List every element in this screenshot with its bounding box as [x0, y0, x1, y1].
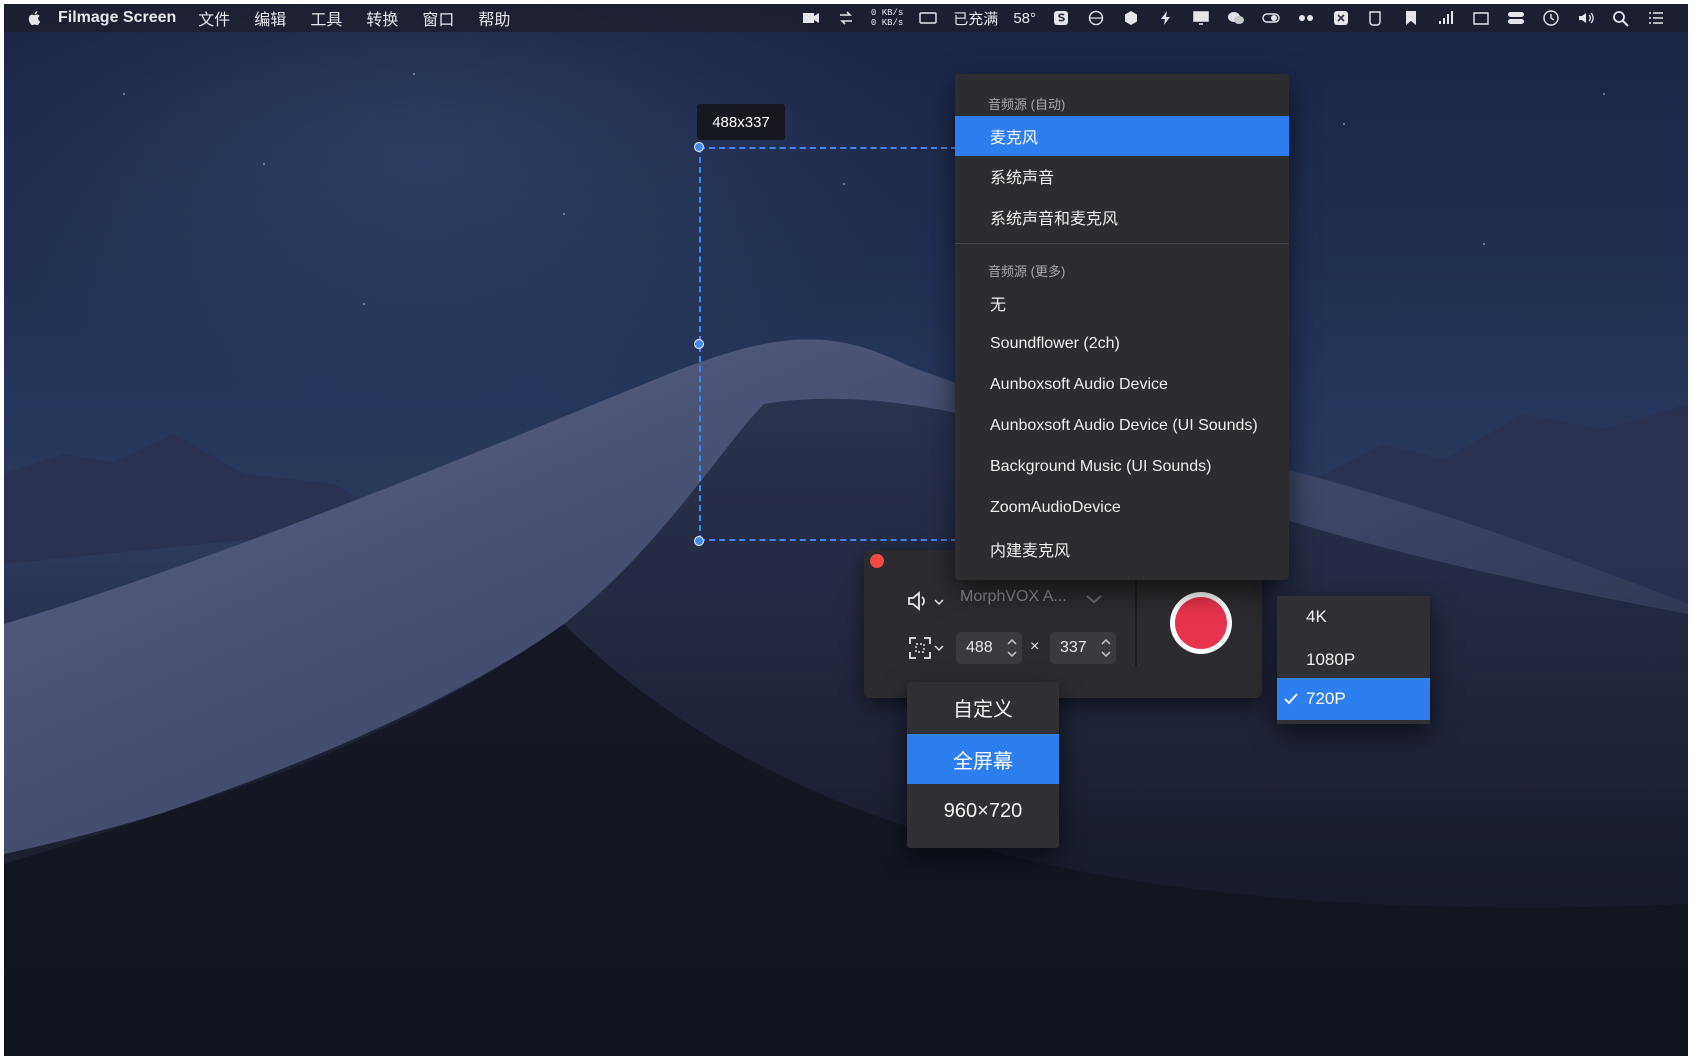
volume-icon[interactable]	[1576, 9, 1596, 27]
camera-icon[interactable]	[801, 9, 821, 27]
capture-frame-icon[interactable]	[908, 636, 932, 660]
menu-help[interactable]: 帮助	[478, 6, 510, 30]
control-center-icon[interactable]	[1506, 9, 1526, 27]
audio-option-aunboxsoft-ui[interactable]: Aunboxsoft Audio Device (UI Sounds)	[955, 406, 1289, 446]
audio-option-background-music[interactable]: Background Music (UI Sounds)	[955, 447, 1289, 487]
menu-convert[interactable]: 转换	[366, 6, 398, 30]
menu-separator	[955, 243, 1289, 244]
rotate-icon[interactable]	[836, 9, 856, 27]
resolution-option-720p[interactable]: 720P	[1277, 678, 1430, 720]
menu-tools[interactable]: 工具	[310, 6, 342, 30]
desktop: Filmage Screen 文件 编辑 工具 转换 窗口 帮助 0 KB/s 0…	[4, 4, 1688, 1056]
record-icon	[1175, 597, 1227, 649]
speaker-icon[interactable]	[906, 590, 930, 612]
toggle-icon[interactable]	[1261, 9, 1281, 27]
temperature-reading[interactable]: 58°	[1013, 10, 1036, 27]
chevron-down-icon[interactable]	[1086, 594, 1102, 604]
chevron-down-icon[interactable]	[934, 598, 944, 606]
size-option-custom[interactable]: 自定义	[907, 682, 1059, 732]
hex-icon[interactable]	[1121, 9, 1141, 27]
divider	[1135, 580, 1137, 666]
audio-option-zoom[interactable]: ZoomAudioDevice	[955, 488, 1289, 528]
resolution-720p-label: 720P	[1306, 689, 1346, 708]
cast-icon[interactable]	[1471, 9, 1491, 27]
size-option-960x720[interactable]: 960×720	[907, 786, 1059, 836]
network-speed[interactable]: 0 KB/s 0 KB/s	[871, 8, 903, 28]
audio-option-builtin-mic[interactable]: 内建麦克风	[955, 529, 1289, 569]
resize-handle-top-left[interactable]	[694, 142, 704, 152]
audio-option-soundflower[interactable]: Soundflower (2ch)	[955, 324, 1289, 364]
dimension-separator: ×	[1030, 638, 1040, 655]
apple-icon[interactable]	[26, 9, 44, 27]
app-name-menu[interactable]: Filmage Screen	[58, 9, 176, 27]
resize-handle-bottom-left[interactable]	[694, 536, 704, 546]
menu-file[interactable]: 文件	[198, 6, 230, 30]
record-button[interactable]	[1170, 592, 1232, 654]
resolution-option-4k[interactable]: 4K	[1277, 596, 1430, 638]
width-stepper[interactable]	[1006, 634, 1018, 662]
signal-icon[interactable]	[1436, 9, 1456, 27]
menu-edit[interactable]: 编辑	[254, 6, 286, 30]
chevron-down-icon[interactable]	[934, 644, 944, 652]
x-box-icon[interactable]	[1331, 9, 1351, 27]
clock-icon[interactable]	[1541, 9, 1561, 27]
audio-option-system-sound[interactable]: 系统声音	[955, 156, 1289, 196]
s-icon[interactable]	[1051, 9, 1071, 27]
audio-source-menu: 音频源 (自动) 麦克风 系统声音 系统声音和麦克风 音频源 (更多) 无 So…	[955, 74, 1289, 580]
resize-handle-left[interactable]	[694, 339, 704, 349]
search-icon[interactable]	[1611, 9, 1631, 27]
audio-option-microphone[interactable]: 麦克风	[955, 116, 1289, 156]
bolt-icon[interactable]	[1156, 9, 1176, 27]
status-area: 0 KB/s 0 KB/s 已充满 58°	[801, 4, 1666, 32]
capture-size-menu: 自定义 全屏幕 960×720	[907, 682, 1059, 848]
menu-header-more: 音频源 (更多)	[988, 264, 1066, 279]
height-stepper[interactable]	[1100, 634, 1112, 662]
globe-icon[interactable]	[1086, 9, 1106, 27]
menu-bar: Filmage Screen 文件 编辑 工具 转换 窗口 帮助 0 KB/s 0…	[4, 4, 1688, 32]
audio-option-system-and-mic[interactable]: 系统声音和麦克风	[955, 197, 1289, 237]
audio-source-select[interactable]: MorphVOX A...	[960, 588, 1067, 606]
audio-option-aunboxsoft[interactable]: Aunboxsoft Audio Device	[955, 365, 1289, 405]
wechat-icon[interactable]	[1226, 9, 1246, 27]
menu-window[interactable]: 窗口	[422, 6, 454, 30]
checkmark-icon	[1284, 693, 1298, 705]
net-up-text: 0 KB/s	[870, 8, 904, 18]
battery-status[interactable]: 已充满	[953, 8, 998, 29]
menu-header-auto: 音频源 (自动)	[988, 97, 1066, 112]
dots-icon[interactable]	[1296, 9, 1316, 27]
resolution-option-1080p[interactable]: 1080P	[1277, 639, 1430, 681]
bookmark-icon[interactable]	[1401, 9, 1421, 27]
close-button[interactable]	[870, 554, 884, 568]
list-icon[interactable]	[1646, 9, 1666, 27]
cup-icon[interactable]	[1366, 9, 1386, 27]
monitor-icon[interactable]	[1191, 9, 1211, 27]
display-icon[interactable]	[918, 9, 938, 27]
resolution-menu: 4K 1080P 720P	[1277, 596, 1430, 724]
region-size-label: 488x337	[697, 104, 785, 140]
audio-option-none[interactable]: 无	[955, 283, 1289, 323]
net-down-text: 0 KB/s	[870, 18, 904, 28]
size-option-fullscreen[interactable]: 全屏幕	[907, 734, 1059, 784]
